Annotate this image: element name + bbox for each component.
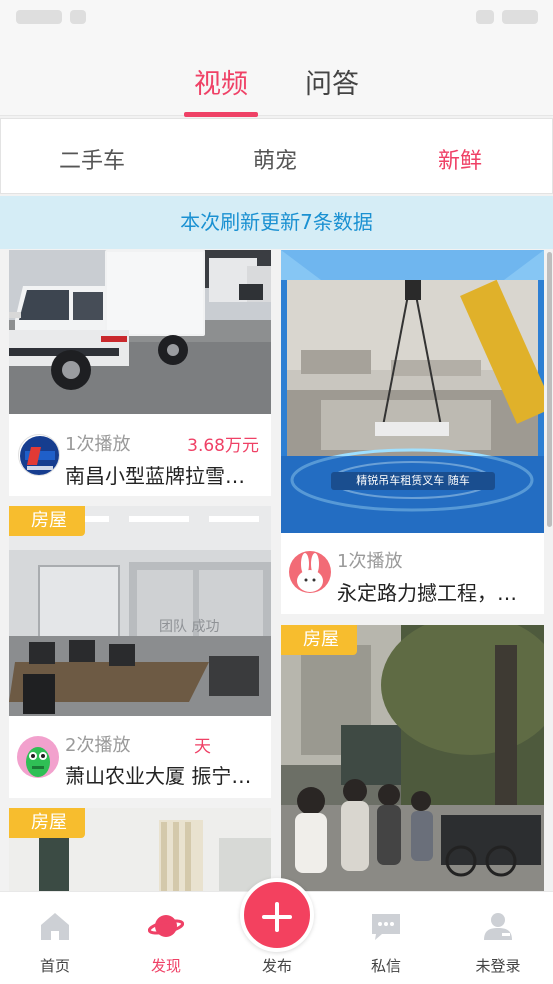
video-card-office[interactable]: 团队 成功 房屋 2次播放 天 萧山农业大厦 振宁… xyxy=(9,506,271,798)
price-tag: 天 xyxy=(194,737,211,757)
category-tab-bar: 二手车 萌宠 新鲜 xyxy=(0,118,553,194)
nav-messages-label: 私信 xyxy=(370,957,401,975)
category-badge: 房屋 xyxy=(281,625,357,655)
status-bar xyxy=(0,0,553,36)
category-tab-fresh[interactable]: 新鲜 xyxy=(438,143,482,175)
nav-profile-label: 未登录 xyxy=(475,957,521,975)
video-card-crane[interactable]: 精锐吊车租赁叉车 随车 1次播放 永定路力撼工程，… xyxy=(281,250,544,614)
nav-home[interactable]: 首页 xyxy=(15,892,95,984)
video-thumbnail: 精锐吊车租赁叉车 随车 xyxy=(281,250,544,533)
video-thumbnail xyxy=(9,250,271,414)
status-time-blur xyxy=(16,10,62,24)
feed-scrollbar[interactable] xyxy=(547,252,552,527)
video-title: 南昌小型蓝牌拉雪… xyxy=(65,464,245,488)
video-card-room[interactable]: 房屋 xyxy=(9,808,271,891)
plus-icon-vertical xyxy=(275,902,279,932)
thumbnail-caption: 团队 成功 xyxy=(159,619,220,635)
user-icon xyxy=(484,913,512,940)
tab-video[interactable]: 视频 xyxy=(194,62,248,101)
publisher-avatar[interactable] xyxy=(289,551,331,593)
wifi-icon xyxy=(476,10,494,24)
chat-bubble-icon xyxy=(372,914,400,940)
play-count: 1次播放 xyxy=(65,434,131,455)
tab-qa[interactable]: 问答 xyxy=(305,62,359,101)
video-thumbnail xyxy=(281,625,544,891)
category-badge: 房屋 xyxy=(9,808,85,838)
top-tab-bar: 视频 问答 xyxy=(0,36,553,116)
active-tab-indicator xyxy=(184,112,258,117)
video-card-street[interactable]: 房屋 xyxy=(281,625,544,891)
nav-discover[interactable]: 发现 xyxy=(126,892,206,984)
category-tab-pets[interactable]: 萌宠 xyxy=(253,143,297,175)
thumbnail-caption: 精锐吊车租赁叉车 随车 xyxy=(356,474,470,487)
battery-icon xyxy=(502,10,538,24)
category-badge: 房屋 xyxy=(9,506,85,536)
publisher-avatar[interactable] xyxy=(17,736,59,778)
publish-button[interactable] xyxy=(240,878,314,952)
video-title: 萧山农业大厦 振宁… xyxy=(65,764,252,788)
play-count: 1次播放 xyxy=(337,551,403,572)
nav-discover-label: 发现 xyxy=(150,957,181,975)
planet-icon xyxy=(148,915,184,937)
publisher-avatar[interactable] xyxy=(18,434,60,476)
video-card-truck[interactable]: 1次播放 3.68万元 南昌小型蓝牌拉雪… xyxy=(9,250,271,496)
nav-home-label: 首页 xyxy=(39,957,70,975)
nav-publish-label: 发布 xyxy=(261,957,292,975)
nav-profile[interactable]: 未登录 xyxy=(458,892,538,984)
app-screen: 视频 问答 二手车 萌宠 新鲜 本次刷新更新7条数据 1次播放 3.68万元 南… xyxy=(0,0,553,984)
status-icon-blur xyxy=(70,10,86,24)
home-icon xyxy=(41,913,69,940)
category-tab-used-car[interactable]: 二手车 xyxy=(59,143,125,175)
nav-messages[interactable]: 私信 xyxy=(346,892,426,984)
price-tag: 3.68万元 xyxy=(187,436,259,456)
play-count: 2次播放 xyxy=(65,735,131,756)
refresh-banner: 本次刷新更新7条数据 xyxy=(0,196,553,249)
video-title: 永定路力撼工程，… xyxy=(337,581,517,605)
video-thumbnail: 团队 成功 xyxy=(9,506,271,716)
